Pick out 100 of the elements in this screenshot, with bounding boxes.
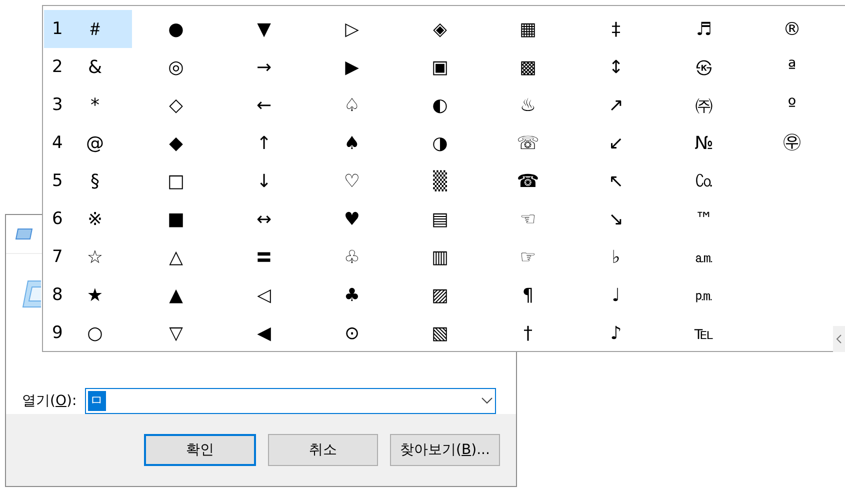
symbol: ☆ [86,246,104,268]
row-number: 2 [52,57,64,77]
symbol: ＃ [85,18,105,41]
symbol-option[interactable]: ▷ [308,10,396,48]
symbol-option[interactable]: ♣ [308,276,396,314]
symbol-option[interactable]: ㈜ [660,86,748,124]
symbol-option[interactable]: ¶ [484,276,572,314]
symbol-option[interactable]: ← [220,86,308,124]
symbol-option[interactable]: ▣ [396,48,484,86]
row-number: 1 [52,19,64,39]
dialog-button[interactable]: 찾아보기(B)... [390,434,500,466]
row-number: 9 [52,323,64,343]
symbol-option[interactable]: ◎ [132,48,220,86]
symbol-option[interactable]: ♤ [308,86,396,124]
symbol-option[interactable]: ◈ [396,10,484,48]
symbol-option[interactable]: ↗ [572,86,660,124]
symbol-option[interactable]: ㏇ [660,162,748,200]
chevron-down-icon[interactable] [480,397,493,406]
symbol-option[interactable]: 〓 [220,238,308,276]
symbol-option[interactable]: ☎ [484,162,572,200]
symbol-option[interactable]: ◐ [396,86,484,124]
row-number: 5 [52,171,64,191]
symbol-option[interactable]: ♬ [660,10,748,48]
dialog-button[interactable]: 확인 [144,434,256,466]
symbol-option[interactable]: ↓ [220,162,308,200]
symbol-option[interactable]: ▦ [484,10,572,48]
symbol-option[interactable]: ♡ [308,162,396,200]
row-number: 7 [52,247,64,267]
symbol-option[interactable]: ◑ [396,124,484,162]
symbol-option[interactable]: ↕ [572,48,660,86]
symbol-option[interactable]: 9 ○ [44,314,132,352]
chevron-left-icon[interactable] [836,334,842,344]
symbol: * [90,94,100,116]
symbol-option[interactable]: ▲ [132,276,220,314]
symbol-option[interactable]: ▼ [220,10,308,48]
symbol-option[interactable]: ▩ [484,48,572,86]
symbol-option[interactable]: 3 * [44,86,132,124]
symbol-option[interactable]: △ [132,238,220,276]
symbol-option[interactable]: ‡ [572,10,660,48]
symbol-option[interactable]: ▧ [396,314,484,352]
symbol-option[interactable]: ♪ [572,314,660,352]
symbol-option[interactable]: ㏘ [660,276,748,314]
symbol-option[interactable]: ▨ [396,276,484,314]
symbol-option[interactable]: 2 & [44,48,132,86]
symbol-option[interactable]: ◆ [132,124,220,162]
symbol-option[interactable]: ▤ [396,200,484,238]
symbol-option[interactable]: ☏ [484,124,572,162]
symbol: ○ [86,322,104,344]
symbol-option[interactable]: ▽ [132,314,220,352]
symbol-option[interactable]: ® [748,10,836,48]
symbol-option[interactable]: ℡ [660,314,748,352]
row-number: 4 [52,133,64,153]
symbol-option[interactable]: 8 ★ [44,276,132,314]
symbol-option[interactable]: ª [748,48,836,86]
symbol-option[interactable]: º [748,86,836,124]
symbol-option[interactable]: ♩ [572,276,660,314]
dialog-button[interactable]: 취소 [268,434,378,466]
symbol-option[interactable]: ♨ [484,86,572,124]
open-label: 열기(O): [22,392,77,410]
symbol-option[interactable]: ↑ [220,124,308,162]
symbol-option[interactable]: ☜ [484,200,572,238]
symbol-option[interactable]: ♥ [308,200,396,238]
symbol: @ [85,132,105,154]
symbol-option[interactable]: 5 § [44,162,132,200]
symbol-option[interactable]: ♧ [308,238,396,276]
symbol-option[interactable]: ↖ [572,162,660,200]
symbol-option[interactable]: 6 ※ [44,200,132,238]
row-number: 6 [52,209,64,229]
symbol-option[interactable]: ♭ [572,238,660,276]
row-number: 8 [52,285,64,305]
symbol: ★ [86,284,104,306]
symbol-option[interactable]: ▶ [308,48,396,86]
symbol-option[interactable]: ☞ [484,238,572,276]
symbol-option[interactable]: ▒ [396,162,484,200]
symbol-option[interactable]: □ [132,162,220,200]
symbol-option[interactable]: → [220,48,308,86]
symbol-option[interactable]: ♠ [308,124,396,162]
symbol-option[interactable]: ▥ [396,238,484,276]
symbol: § [90,170,100,192]
symbol-option[interactable]: 7 ☆ [44,238,132,276]
symbol-option[interactable]: ⊙ [308,314,396,352]
symbol-option[interactable]: ㉾ [748,124,836,162]
symbol-option[interactable]: † [484,314,572,352]
symbol-option[interactable]: 4 @ [44,124,132,162]
symbol-option[interactable]: ↘ [572,200,660,238]
symbol-option[interactable]: ↔ [220,200,308,238]
symbol-option[interactable]: ↙ [572,124,660,162]
symbol-option[interactable]: ◁ [220,276,308,314]
open-combobox[interactable]: ㅁ [84,388,496,414]
window-icon [15,228,33,240]
symbol: ※ [86,208,104,230]
symbol-option[interactable]: ㏂ [660,238,748,276]
symbol-option[interactable]: ● [132,10,220,48]
symbol-option[interactable]: ◀ [220,314,308,352]
symbol-option[interactable]: 1 ＃ [44,10,132,48]
symbol-option[interactable]: № [660,124,748,162]
symbol-option[interactable]: ™ [660,200,748,238]
symbol-option[interactable]: ㉿ [660,48,748,86]
symbol-option[interactable]: ◇ [132,86,220,124]
symbol-option[interactable]: ■ [132,200,220,238]
